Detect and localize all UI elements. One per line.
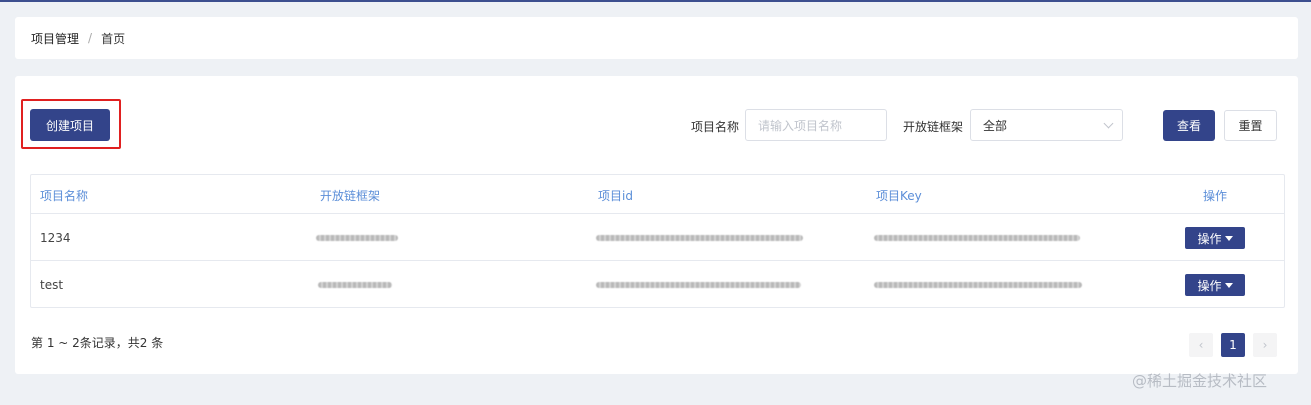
prev-page-button[interactable]: ‹: [1189, 333, 1213, 357]
pagination-summary: 第 1 ~ 2条记录，共2 条: [31, 336, 164, 350]
breadcrumb: 项目管理 / 首页: [15, 17, 1298, 59]
chevron-down-icon: [1103, 118, 1114, 128]
page-number-current[interactable]: 1: [1221, 333, 1245, 357]
breadcrumb-separator: /: [88, 31, 93, 45]
breadcrumb-item-project-management[interactable]: 项目管理: [31, 30, 79, 47]
column-header-actions: 操作: [1203, 189, 1228, 203]
caret-down-icon: [1224, 282, 1233, 288]
breadcrumb-item-home: 首页: [101, 31, 126, 46]
create-project-button[interactable]: 创建项目: [30, 109, 110, 141]
watermark: @稀土掘金技术社区: [1132, 372, 1268, 390]
redacted-project-id: [596, 282, 801, 288]
redacted-framework: [318, 282, 392, 288]
column-header-framework: 开放链框架: [320, 189, 381, 203]
main-panel: 创建项目 项目名称 请输入项目名称 开放链框架 全部 查看 重置 项目名称 开放…: [15, 76, 1298, 374]
column-header-project-key: 项目Key: [876, 189, 922, 203]
row-actions-label: 操作: [1197, 278, 1222, 293]
redacted-project-key: [874, 235, 1080, 241]
next-page-button[interactable]: ›: [1253, 333, 1277, 357]
cell-project-name: test: [40, 278, 64, 292]
chevron-left-icon: ‹: [1198, 338, 1204, 352]
project-name-placeholder: 请输入项目名称: [758, 118, 843, 133]
project-name-label: 项目名称: [691, 120, 740, 134]
project-name-input[interactable]: 请输入项目名称: [745, 109, 887, 141]
column-header-project-name: 项目名称: [40, 189, 89, 203]
table-row: test 操作: [31, 261, 1284, 308]
reset-button[interactable]: 重置: [1224, 110, 1277, 141]
caret-down-icon: [1224, 235, 1233, 241]
table-row: 1234 操作: [31, 214, 1284, 261]
cell-project-name: 1234: [40, 231, 71, 245]
redacted-project-id: [596, 235, 803, 241]
framework-select[interactable]: 全部: [970, 109, 1123, 141]
redacted-framework: [316, 235, 398, 241]
column-header-project-id: 项目id: [598, 189, 633, 203]
chevron-right-icon: ›: [1262, 338, 1268, 352]
row-actions-button[interactable]: 操作: [1185, 274, 1245, 296]
top-accent-line: [0, 0, 1311, 2]
project-table: 项目名称 开放链框架 项目id 项目Key 操作 1234 操作 test 操作: [30, 174, 1285, 308]
framework-label: 开放链框架: [903, 120, 964, 134]
row-actions-label: 操作: [1197, 231, 1222, 246]
table-header: 项目名称 开放链框架 项目id 项目Key 操作: [31, 175, 1284, 214]
framework-selected-value: 全部: [983, 118, 1008, 133]
row-actions-button[interactable]: 操作: [1185, 227, 1245, 249]
query-button[interactable]: 查看: [1163, 110, 1215, 141]
redacted-project-key: [874, 282, 1082, 288]
